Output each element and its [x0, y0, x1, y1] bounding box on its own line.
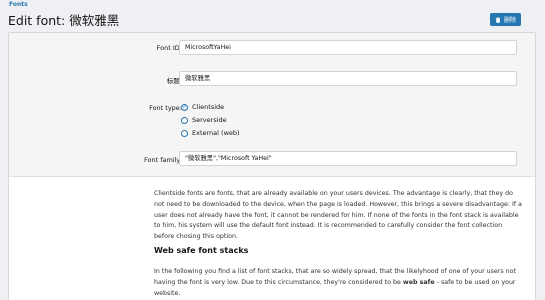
trash-icon: [495, 16, 501, 23]
section-heading: Web safe font stacks: [154, 246, 249, 255]
description-paragraph-2: In the following you find a list of font…: [154, 267, 524, 299]
description-paragraph: Clientside fonts are fonts, that are alr…: [154, 190, 522, 241]
radio-button-checked[interactable]: [181, 103, 188, 111]
title-field[interactable]: 微软雅黑: [179, 71, 517, 86]
edit-panel: Font ID: MicrosoftYaHei 标题: 微软雅黑 Font ty…: [8, 32, 536, 300]
breadcrumb[interactable]: Fonts: [9, 1, 28, 8]
font-family-field[interactable]: "微软雅黑","Microsoft YaHei": [179, 151, 517, 166]
delete-button[interactable]: 删除: [490, 13, 521, 26]
radio-button[interactable]: [181, 116, 188, 124]
delete-button-label: 删除: [503, 17, 516, 24]
radio-label-external: External (web): [192, 129, 240, 137]
radio-label-serverside: Serverside: [192, 116, 227, 124]
font-family-label: Font family:: [144, 156, 182, 164]
font-id-field[interactable]: MicrosoftYaHei: [179, 40, 517, 55]
font-type-label: Font type:: [149, 104, 182, 112]
form-area: Font ID: MicrosoftYaHei 标题: 微软雅黑 Font ty…: [9, 33, 535, 177]
page-title: Edit font: 微软雅黑: [8, 13, 120, 28]
radio-external[interactable]: External (web): [181, 129, 240, 137]
radio-serverside[interactable]: Serverside: [181, 116, 227, 124]
radio-clientside[interactable]: Clientside: [181, 103, 224, 111]
bold-text: web safe: [402, 278, 435, 286]
radio-button[interactable]: [181, 129, 188, 137]
radio-label-clientside: Clientside: [192, 103, 225, 111]
